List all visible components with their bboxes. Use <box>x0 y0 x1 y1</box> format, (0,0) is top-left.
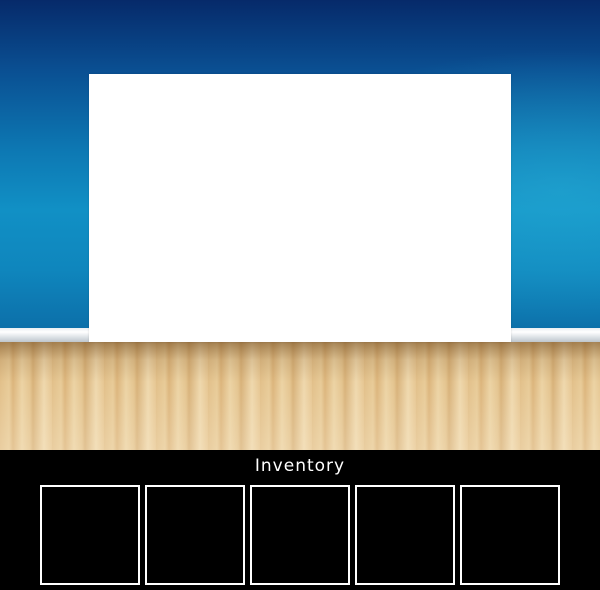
inventory-slot-1[interactable] <box>40 485 140 585</box>
inventory-slots <box>40 485 560 585</box>
inventory-slot-4[interactable] <box>355 485 455 585</box>
room-scene <box>0 0 600 450</box>
inventory-title: Inventory <box>254 456 346 476</box>
inventory-slot-5[interactable] <box>460 485 560 585</box>
wooden-floor <box>0 342 600 450</box>
blank-canvas-board[interactable] <box>89 74 511 342</box>
inventory-slot-2[interactable] <box>145 485 245 585</box>
inventory-slot-3[interactable] <box>250 485 350 585</box>
inventory-panel: Inventory <box>0 450 600 590</box>
